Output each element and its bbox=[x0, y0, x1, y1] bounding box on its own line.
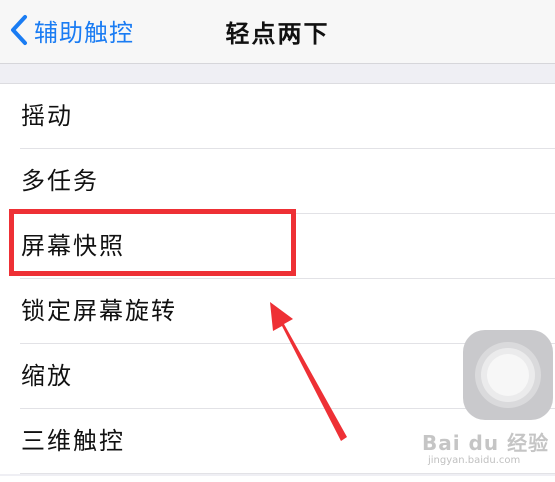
section-gap bbox=[0, 64, 555, 83]
list-item-multitasking[interactable]: 多任务 bbox=[0, 149, 555, 214]
list-item-label: 屏幕快照 bbox=[21, 232, 125, 260]
list-item-label: 缩放 bbox=[21, 362, 73, 390]
list-item-label: 锁定屏幕旋转 bbox=[21, 297, 177, 325]
list-item-label: 摇动 bbox=[21, 102, 73, 130]
navigation-bar: 辅助触控 轻点两下 bbox=[0, 0, 555, 64]
page-title: 轻点两下 bbox=[225, 20, 330, 48]
assistive-touch-center bbox=[487, 354, 529, 396]
list-bottom bbox=[0, 476, 555, 482]
assistive-touch-button[interactable] bbox=[463, 330, 553, 420]
list-item-3d-touch[interactable]: 三维触控 bbox=[0, 409, 555, 474]
list-item-label: 多任务 bbox=[21, 167, 99, 195]
list-item-label: 三维触控 bbox=[21, 427, 125, 455]
list-item-shake[interactable]: 摇动 bbox=[0, 84, 555, 149]
list-item-screenshot[interactable]: 屏幕快照 bbox=[0, 214, 555, 279]
divider bbox=[20, 473, 555, 474]
